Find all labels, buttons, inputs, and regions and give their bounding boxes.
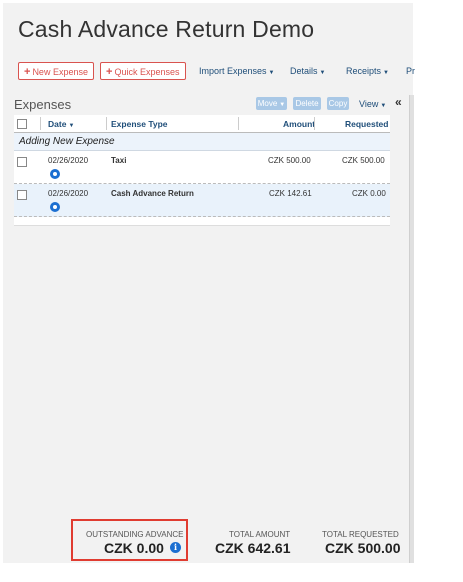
- row-checkbox[interactable]: [17, 157, 27, 167]
- requested-column-header[interactable]: Requested: [345, 119, 388, 129]
- row-date: 02/26/2020: [48, 156, 89, 165]
- plus-icon: +: [24, 66, 31, 78]
- column-divider: [314, 117, 315, 130]
- total-amount-label: TOTAL AMOUNT: [229, 530, 291, 539]
- date-column-header[interactable]: Date ▼: [48, 119, 74, 129]
- new-expense-label: New Expense: [32, 67, 88, 77]
- report-panel: [3, 3, 413, 563]
- chevron-down-icon: ▼: [279, 102, 286, 108]
- sort-desc-icon: ▼: [68, 123, 75, 129]
- chevron-down-icon: ▼: [268, 70, 275, 76]
- comment-icon[interactable]: [50, 169, 60, 179]
- table-row[interactable]: 02/26/2020 Taxi CZK 500.00 CZK 500.00: [14, 151, 390, 184]
- expense-type-column-header[interactable]: Expense Type: [111, 119, 168, 129]
- adding-new-expense-row[interactable]: Adding New Expense: [14, 133, 390, 151]
- comment-icon[interactable]: [50, 202, 60, 212]
- row-amount: CZK 500.00: [268, 156, 311, 165]
- import-expenses-menu[interactable]: Import Expenses ▼: [199, 66, 274, 76]
- copy-button[interactable]: Copy: [327, 97, 349, 110]
- panel-scroll-rail[interactable]: [409, 95, 414, 563]
- view-label: View: [359, 99, 379, 109]
- table-header: Date ▼ Expense Type Amount Requested: [14, 115, 390, 133]
- row-amount: CZK 142.61: [269, 189, 312, 198]
- move-label: Move: [257, 99, 278, 108]
- adding-new-expense-label: Adding New Expense: [19, 136, 115, 147]
- column-divider: [106, 117, 107, 130]
- info-icon[interactable]: i: [170, 542, 181, 553]
- total-requested-value: CZK 500.00: [325, 540, 401, 556]
- total-requested-label: TOTAL REQUESTED: [322, 530, 399, 539]
- import-expenses-label: Import Expenses: [199, 66, 267, 76]
- select-all-checkbox[interactable]: [17, 119, 27, 129]
- new-expense-button[interactable]: + New Expense: [18, 62, 94, 80]
- view-menu[interactable]: View ▼: [359, 99, 386, 109]
- receipts-label: Receipts: [346, 66, 382, 76]
- collapse-panel-button[interactable]: «: [395, 95, 402, 109]
- chevron-down-icon: ▼: [319, 70, 326, 76]
- receipts-menu[interactable]: Receipts ▼: [346, 66, 389, 76]
- quick-expenses-button[interactable]: + Quick Expenses: [100, 62, 186, 80]
- quick-expenses-label: Quick Expenses: [114, 67, 180, 77]
- plus-icon: +: [106, 66, 113, 78]
- row-requested: CZK 500.00: [342, 156, 385, 165]
- chevron-down-icon: ▼: [383, 70, 389, 76]
- row-expense-type: Cash Advance Return: [111, 189, 194, 198]
- date-column-label: Date: [48, 119, 67, 129]
- expenses-table: Date ▼ Expense Type Amount Requested Addi…: [14, 115, 390, 226]
- row-expense-type: Taxi: [111, 156, 127, 165]
- page-title: Cash Advance Return Demo: [18, 16, 315, 42]
- table-row[interactable]: 02/26/2020 Cash Advance Return CZK 142.6…: [14, 184, 390, 217]
- details-label: Details: [290, 66, 318, 76]
- outstanding-advance-highlight: [71, 519, 188, 561]
- print-menu-truncated[interactable]: Pr: [406, 66, 415, 76]
- row-checkbox[interactable]: [17, 190, 27, 200]
- totals-footer: OUTSTANDING ADVANCE CZK 0.00 TOTAL AMOUN…: [0, 520, 410, 563]
- chevron-down-icon: ▼: [380, 103, 387, 109]
- amount-column-header[interactable]: Amount: [283, 119, 315, 129]
- delete-button[interactable]: Delete: [293, 97, 321, 110]
- column-divider: [238, 117, 239, 130]
- total-amount-value: CZK 642.61: [215, 540, 291, 556]
- move-button[interactable]: Move ▼: [256, 97, 287, 110]
- expenses-section-title: Expenses: [14, 97, 72, 112]
- column-divider: [40, 117, 41, 130]
- row-date: 02/26/2020: [48, 189, 89, 198]
- details-menu[interactable]: Details ▼: [290, 66, 325, 76]
- row-requested: CZK 0.00: [352, 189, 386, 198]
